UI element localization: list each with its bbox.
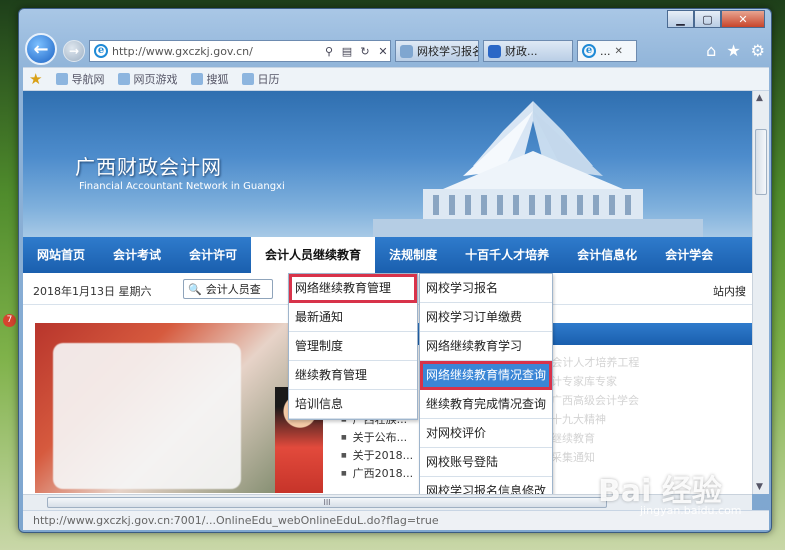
tab-label: ... [600,44,611,58]
stadium-illustration [373,101,703,237]
favorite-link[interactable]: 日历 [242,71,279,87]
nav-informatization[interactable]: 会计信息化 [563,237,651,273]
ie-page-icon: e [94,44,108,58]
nav-exam[interactable]: 会计考试 [99,237,175,273]
baidu-watermark-url: jingyan.baidu.com [640,504,742,517]
home-icon[interactable]: ⌂ [706,41,716,60]
browser-tab[interactable]: 财政... [483,40,573,62]
nav-license[interactable]: 会计许可 [175,237,251,273]
tab-label: 网校学习报名 [417,45,479,58]
compat-view-icon[interactable]: ▤ [340,45,354,58]
favorites-star-icon[interactable]: ★ [726,41,740,60]
submenu-registration-edit[interactable]: 网校学习报名信息修改 [420,477,552,494]
nav-continuing-education[interactable]: 会计人员继续教育 [251,237,376,273]
main-navigation: 网站首页 会计考试 会计许可 会计人员继续教育 法规制度 十百千人才培养 会计信… [23,237,752,273]
add-favorite-star-icon[interactable]: ★ [29,70,42,88]
nav-regulations[interactable]: 法规制度 [375,237,451,273]
search-text: 会计人员查 [205,283,261,296]
forward-arrow-icon: → [68,44,80,58]
close-button[interactable]: ✕ [721,10,765,28]
horizontal-scroll-thumb[interactable]: III [47,497,607,508]
submenu-completion-query[interactable]: 继续教育完成情况查询 [420,390,552,419]
tab-favicon [400,44,413,58]
menu-education-management[interactable]: 继续教育管理 [289,361,417,390]
browser-command-icons: ⌂ ★ ⚙ [706,41,765,60]
menu-training-info[interactable]: 培训信息 [289,390,417,419]
vertical-scrollbar[interactable]: ▲ ▼ [752,91,769,494]
back-arrow-icon: ← [33,38,49,60]
search-icon[interactable]: ⚲ [322,45,336,58]
site-search-label[interactable]: 站内搜 [713,283,746,299]
scroll-down-arrow-icon[interactable]: ▼ [756,482,763,492]
favorite-page-icon [242,73,255,85]
page-viewport: 广西财政会计网 Financial Accountant Network in … [23,91,752,494]
photo-obscured-area [53,343,241,489]
submenu-order-payment[interactable]: 网校学习订单缴费 [420,303,552,332]
nav-talent[interactable]: 十百千人才培养 [451,237,563,273]
tab-close-icon[interactable]: ✕ [615,46,623,57]
news-photo[interactable] [35,323,323,493]
minimize-button[interactable]: ▁ [667,10,694,28]
address-text[interactable]: http://www.gxczkj.gov.cn/ [112,45,318,58]
site-title: 广西财政会计网 [75,155,222,179]
stop-icon[interactable]: ✕ [376,45,390,58]
menu-management-rules[interactable]: 管理制度 [289,332,417,361]
vertical-scroll-thumb[interactable] [755,129,767,195]
ie-page-icon: e [582,44,596,58]
browser-toolbar: ← → e http://www.gxczkj.gov.cn/ ⚲ ▤ ↻ ✕ … [23,31,769,67]
submenu-registration[interactable]: 网校学习报名 [420,274,552,303]
favorites-bar: ★ 导航网 网页游戏 搜狐 日历 [23,67,769,91]
online-education-submenu: 网校学习报名 网校学习订单缴费 网络继续教育学习 网络继续教育情况查询 继续教育… [419,273,553,494]
maximize-button[interactable]: ▢ [694,10,721,28]
favorite-link[interactable]: 搜狐 [191,71,228,87]
baidu-paw-icon [488,44,501,58]
notification-badge: 7 [3,314,16,327]
favorite-page-icon [118,73,131,85]
submenu-status-query[interactable]: 网络继续教育情况查询 [420,361,552,390]
nav-home[interactable]: 网站首页 [23,237,99,273]
window-caption-buttons: ▁ ▢ ✕ [667,10,765,28]
browser-window: ▁ ▢ ✕ ← → e http://www.gxczkj.gov.cn/ ⚲ … [18,8,772,533]
favorite-page-icon [56,73,69,85]
continuing-education-menu: 网络继续教育管理 最新通知 管理制度 继续教育管理 培训信息 [288,273,418,420]
address-bar[interactable]: e http://www.gxczkj.gov.cn/ ⚲ ▤ ↻ ✕ [89,40,391,62]
submenu-account-login[interactable]: 网校账号登陆 [420,448,552,477]
site-banner: 广西财政会计网 Financial Accountant Network in … [23,91,752,237]
browser-tab[interactable]: 网校学习报名 [395,40,479,62]
gear-icon[interactable]: ⚙ [751,41,765,60]
favorite-link[interactable]: 导航网 [56,71,104,87]
back-button[interactable]: ← [25,33,57,65]
menu-latest-notices[interactable]: 最新通知 [289,303,417,332]
favorite-page-icon [191,73,204,85]
personnel-search-input[interactable]: 🔍 会计人员查 [183,279,273,299]
submenu-school-evaluation[interactable]: 对网校评价 [420,419,552,448]
refresh-icon[interactable]: ↻ [358,45,372,58]
tab-label: 财政... [505,45,538,58]
submenu-online-learning[interactable]: 网络继续教育学习 [420,332,552,361]
current-date: 2018年1月13日 星期六 [33,285,152,298]
scroll-up-arrow-icon[interactable]: ▲ [756,93,763,103]
browser-tab-active[interactable]: e ... ✕ [577,40,637,62]
site-subtitle: Financial Accountant Network in Guangxi [79,181,285,192]
forward-button[interactable]: → [63,40,85,62]
favorite-link[interactable]: 网页游戏 [118,71,177,87]
menu-online-education-management[interactable]: 网络继续教育管理 [289,274,417,303]
nav-society[interactable]: 会计学会 [651,237,727,273]
search-icon: 🔍 [188,282,202,296]
